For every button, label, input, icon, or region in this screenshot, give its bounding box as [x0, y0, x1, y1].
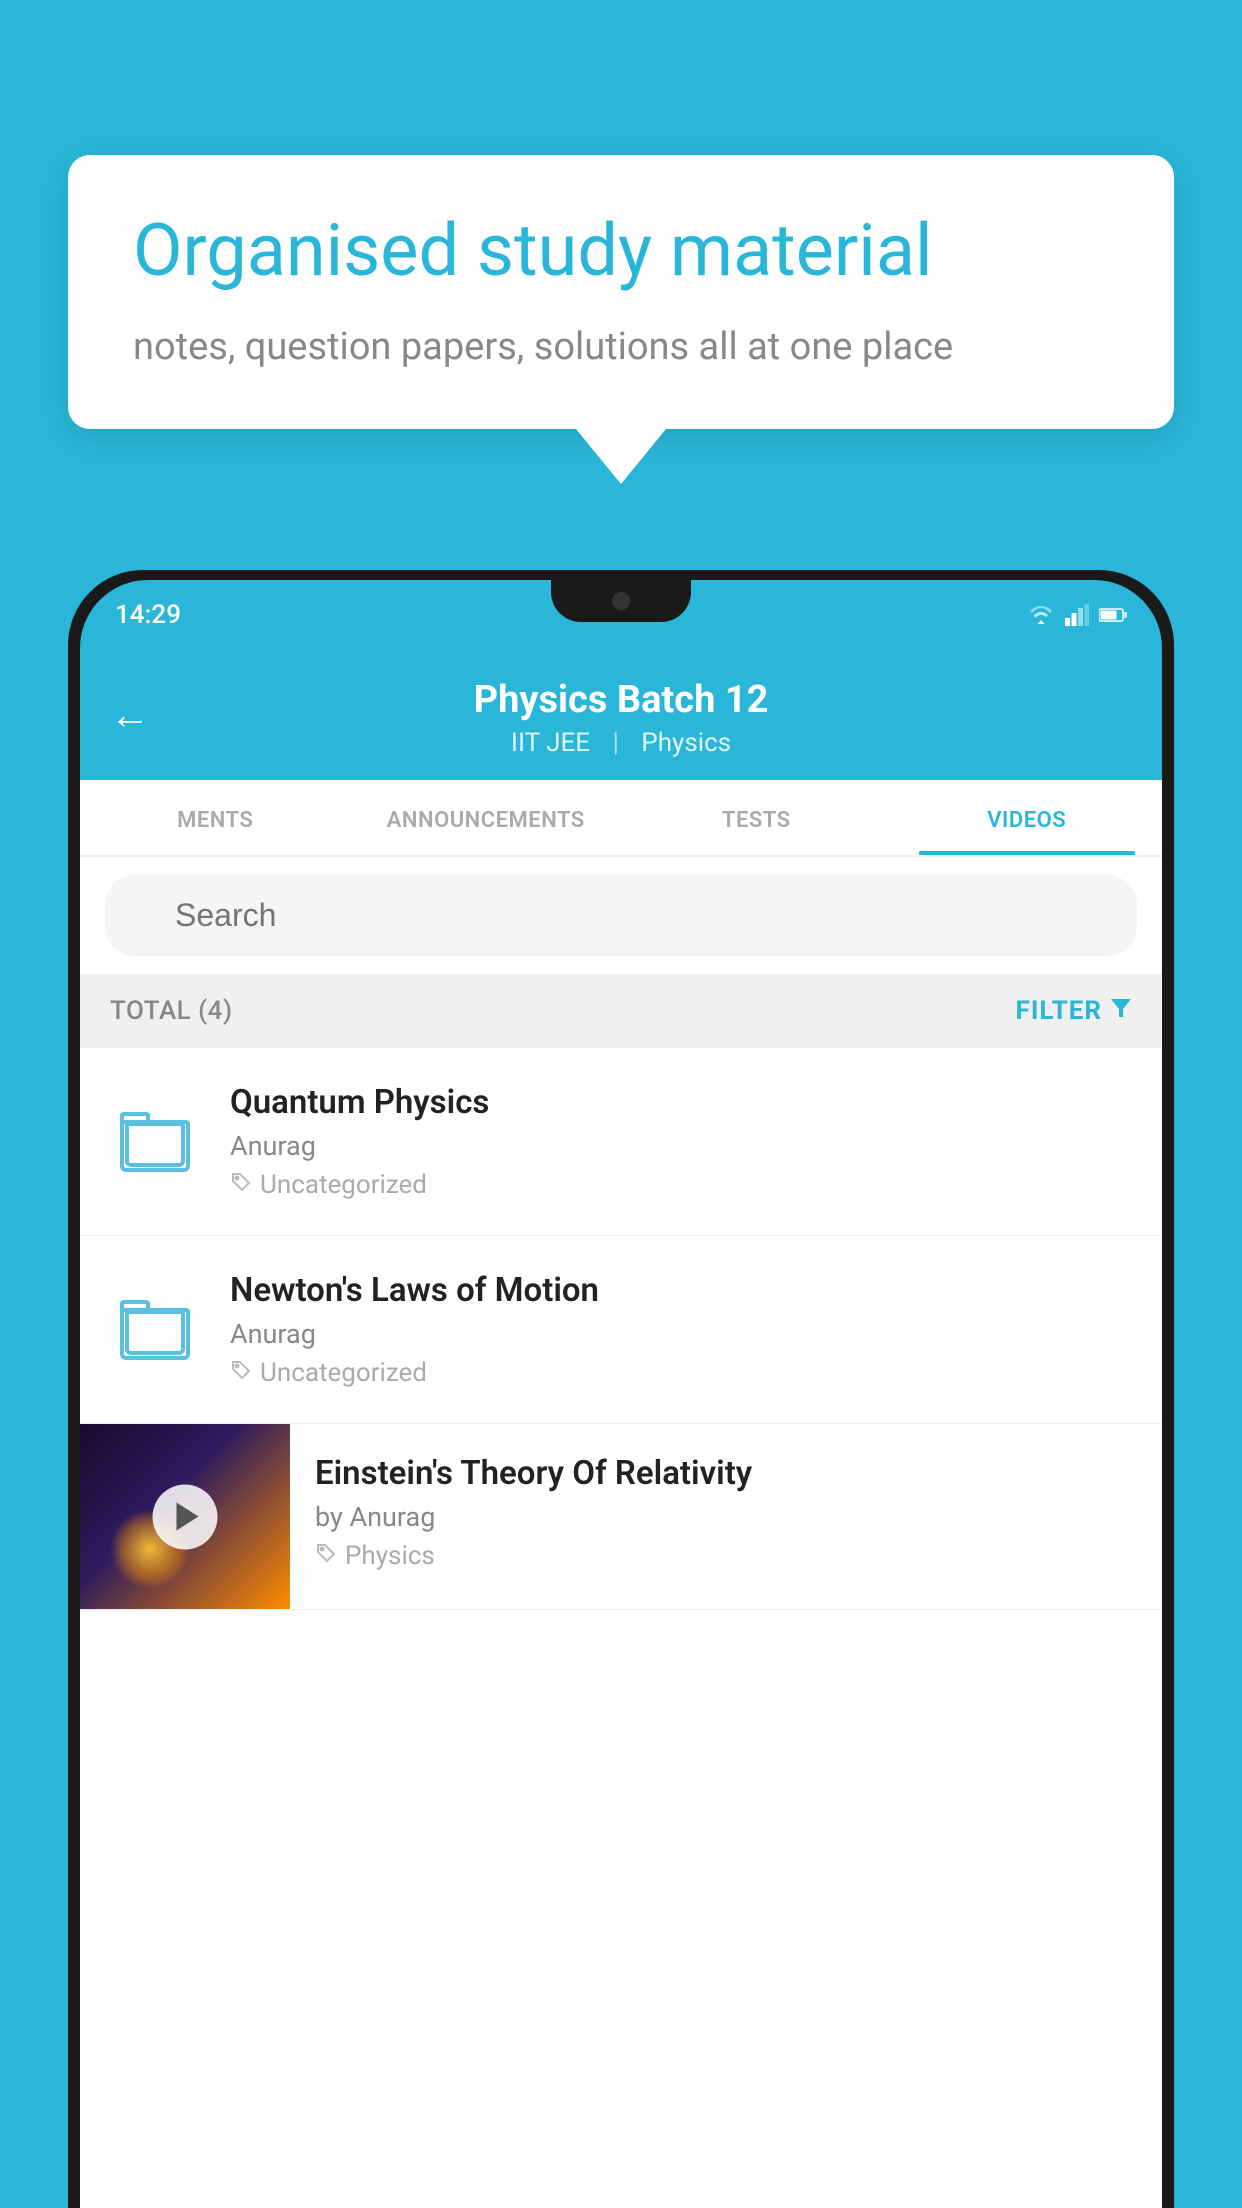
item-info-einstein: Einstein's Theory Of Relativity by Anura…: [290, 1424, 1162, 1601]
speech-bubble-container: Organised study material notes, question…: [68, 155, 1174, 484]
speech-bubble-title: Organised study material: [133, 210, 1109, 293]
folder-front-newton: [125, 1310, 185, 1355]
item-title-einstein: Einstein's Theory Of Relativity: [315, 1454, 1137, 1493]
item-author-einstein: by Anurag: [315, 1501, 1137, 1533]
status-icons: [1027, 604, 1127, 626]
filter-funnel-icon: [1110, 996, 1132, 1026]
item-icon-quantum: [110, 1112, 200, 1172]
item-title-quantum: Quantum Physics: [230, 1083, 1132, 1122]
tab-videos[interactable]: VIDEOS: [892, 780, 1163, 855]
notch: [551, 580, 691, 622]
filter-bar: TOTAL (4) FILTER: [80, 974, 1162, 1048]
phone-inner: 14:29: [80, 580, 1162, 2208]
app-header: ← Physics Batch 12 IIT JEE | Physics: [80, 650, 1162, 780]
status-bar: 14:29: [80, 580, 1162, 650]
filter-button[interactable]: FILTER: [1016, 996, 1132, 1026]
play-button[interactable]: [153, 1484, 218, 1549]
content-area: Quantum Physics Anurag Uncategorized: [80, 1048, 1162, 1610]
item-info-newton: Newton's Laws of Motion Anurag Uncategor…: [230, 1271, 1132, 1388]
search-container: [80, 857, 1162, 974]
tag-icon-einstein: [315, 1542, 337, 1570]
item-tag-newton: Uncategorized: [230, 1358, 1132, 1388]
screen-content: ← Physics Batch 12 IIT JEE | Physics MEN…: [80, 650, 1162, 2208]
list-item[interactable]: Quantum Physics Anurag Uncategorized: [80, 1048, 1162, 1236]
item-tag-quantum: Uncategorized: [230, 1170, 1132, 1200]
tabs-bar: MENTS ANNOUNCEMENTS TESTS VIDEOS: [80, 780, 1162, 857]
item-title-newton: Newton's Laws of Motion: [230, 1271, 1132, 1310]
tag-icon-quantum: [230, 1171, 252, 1199]
folder-icon-quantum: [120, 1112, 190, 1172]
play-triangle-icon: [177, 1503, 199, 1531]
folder-front: [125, 1122, 185, 1167]
filter-label: FILTER: [1016, 996, 1102, 1026]
thumbnail-container: [80, 1424, 290, 1609]
header-subtitle: IIT JEE | Physics: [115, 728, 1127, 758]
tab-announcements[interactable]: ANNOUNCEMENTS: [351, 780, 622, 855]
search-input[interactable]: [105, 875, 1137, 956]
header-subtitle-part2: Physics: [641, 728, 731, 758]
header-subtitle-part1: IIT JEE: [511, 728, 590, 758]
item-info-quantum: Quantum Physics Anurag Uncategorized: [230, 1083, 1132, 1200]
total-count: TOTAL (4): [110, 996, 233, 1026]
status-time: 14:29: [115, 600, 181, 630]
tag-icon-newton: [230, 1359, 252, 1387]
list-item[interactable]: Einstein's Theory Of Relativity by Anura…: [80, 1424, 1162, 1610]
wifi-icon: [1027, 604, 1055, 626]
folder-icon-newton: [120, 1300, 190, 1360]
search-wrapper: [105, 875, 1137, 956]
camera-dot: [612, 592, 630, 610]
speech-bubble-arrow: [576, 429, 666, 484]
item-icon-newton: [110, 1300, 200, 1360]
speech-bubble: Organised study material notes, question…: [68, 155, 1174, 429]
item-author-quantum: Anurag: [230, 1130, 1132, 1162]
battery-icon: [1099, 607, 1127, 623]
signal-icon: [1065, 604, 1089, 626]
speech-bubble-subtitle: notes, question papers, solutions all at…: [133, 321, 1109, 374]
item-tag-einstein: Physics: [315, 1541, 1137, 1571]
back-button[interactable]: ←: [110, 692, 150, 739]
header-subtitle-separator: |: [612, 728, 618, 758]
item-author-newton: Anurag: [230, 1318, 1132, 1350]
header-title: Physics Batch 12: [115, 678, 1127, 722]
tab-tests[interactable]: TESTS: [621, 780, 892, 855]
phone-frame: 14:29: [68, 570, 1174, 2208]
tab-ments[interactable]: MENTS: [80, 780, 351, 855]
list-item[interactable]: Newton's Laws of Motion Anurag Uncategor…: [80, 1236, 1162, 1424]
